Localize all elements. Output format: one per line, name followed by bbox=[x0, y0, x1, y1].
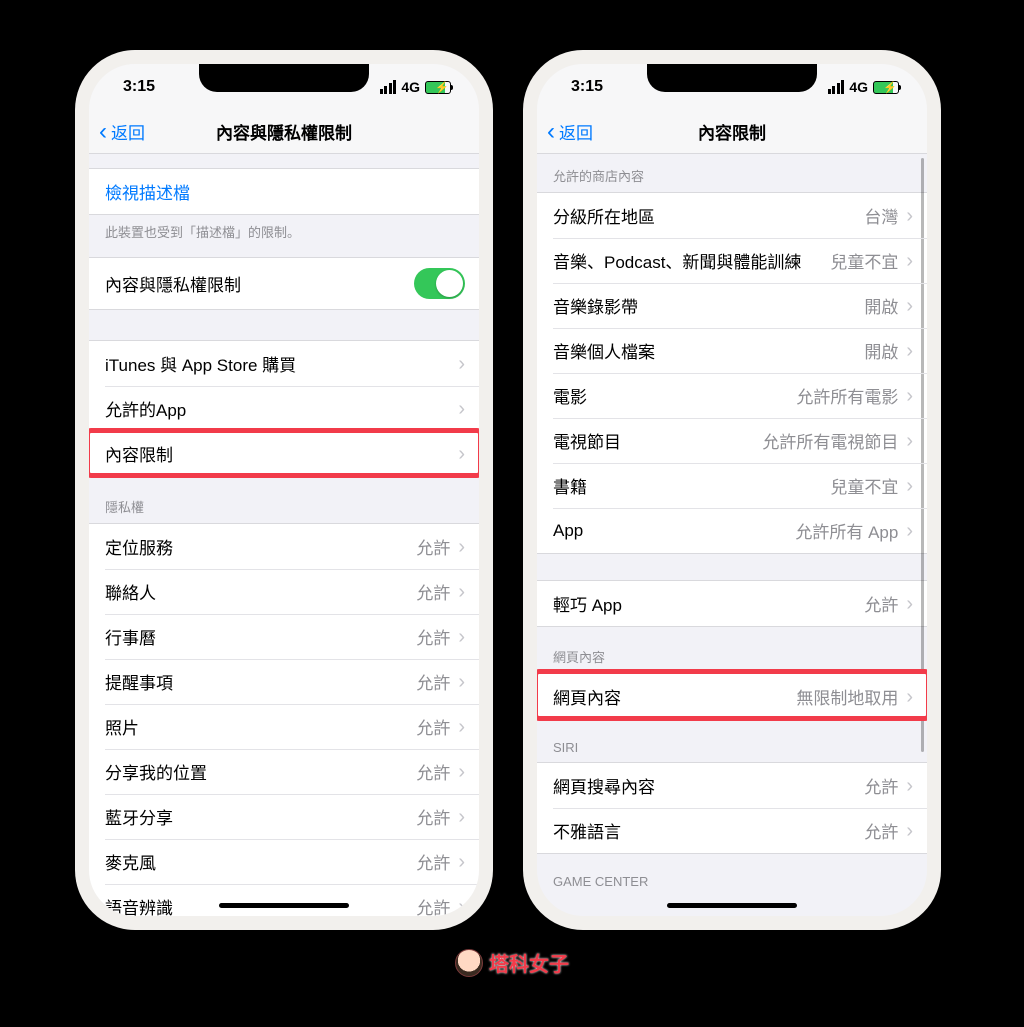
group-privacy: 定位服務 允許› 聯絡人 允許› 行事曆 允許› 提醒事項 允許› bbox=[89, 523, 479, 916]
row-location[interactable]: 定位服務 允許› bbox=[89, 524, 479, 569]
group-store: 分級所在地區 台灣› 音樂、Podcast、新聞與體能訓練 兒童不宜› 音樂錄影… bbox=[537, 192, 927, 554]
chevron-right-icon: › bbox=[458, 717, 465, 737]
row-contacts[interactable]: 聯絡人 允許› bbox=[89, 569, 479, 614]
row-speech[interactable]: 語音辨識 允許› bbox=[89, 884, 479, 916]
notch bbox=[199, 64, 369, 92]
row-app-clips[interactable]: 輕巧 App 允許› bbox=[537, 581, 927, 626]
chevron-right-icon: › bbox=[906, 687, 913, 707]
watermark-text: 塔科女子 bbox=[489, 948, 569, 977]
status-time: 3:15 bbox=[123, 78, 155, 96]
status-time: 3:15 bbox=[571, 78, 603, 96]
chevron-right-icon: › bbox=[906, 251, 913, 271]
siri-header: SIRI bbox=[537, 720, 927, 762]
row-share-location[interactable]: 分享我的位置 允許› bbox=[89, 749, 479, 794]
chevron-right-icon: › bbox=[458, 399, 465, 419]
row-reminders[interactable]: 提醒事項 允許› bbox=[89, 659, 479, 704]
chevron-right-icon: › bbox=[906, 431, 913, 451]
chevron-right-icon: › bbox=[906, 476, 913, 496]
signal-icon bbox=[380, 80, 397, 94]
nav-bar: ‹ 返回 內容與隱私權限制 bbox=[89, 110, 479, 154]
chevron-right-icon: › bbox=[458, 897, 465, 917]
row-books[interactable]: 書籍 兒童不宜› bbox=[537, 463, 927, 508]
row-microphone[interactable]: 麥克風 允許› bbox=[89, 839, 479, 884]
row-bluetooth[interactable]: 藍牙分享 允許› bbox=[89, 794, 479, 839]
row-music-profile[interactable]: 音樂個人檔案 開啟› bbox=[537, 328, 927, 373]
chevron-right-icon: › bbox=[458, 582, 465, 602]
row-calendar[interactable]: 行事曆 允許› bbox=[89, 614, 479, 659]
row-allowed-apps[interactable]: 允許的App › bbox=[89, 386, 479, 431]
privacy-header: 隱私權 bbox=[89, 477, 479, 523]
row-music-podcast[interactable]: 音樂、Podcast、新聞與體能訓練 兒童不宜› bbox=[537, 238, 927, 283]
group-siri: 網頁搜尋內容 允許› 不雅語言 允許› bbox=[537, 762, 927, 854]
home-indicator bbox=[219, 903, 349, 908]
row-tv[interactable]: 電視節目 允許所有電視節目› bbox=[537, 418, 927, 463]
group-purchases: iTunes 與 App Store 購買 › 允許的App › 內容限制 › bbox=[89, 340, 479, 477]
row-music-videos[interactable]: 音樂錄影帶 開啟› bbox=[537, 283, 927, 328]
signal-icon bbox=[828, 80, 845, 94]
page-title: 內容與隱私權限制 bbox=[89, 119, 479, 144]
status-carrier: 4G bbox=[401, 79, 420, 95]
chevron-right-icon: › bbox=[906, 594, 913, 614]
chevron-right-icon: › bbox=[906, 341, 913, 361]
row-ratings-region[interactable]: 分級所在地區 台灣› bbox=[537, 193, 927, 238]
row-photos[interactable]: 照片 允許› bbox=[89, 704, 479, 749]
notch bbox=[647, 64, 817, 92]
chevron-right-icon: › bbox=[906, 776, 913, 796]
content: 檢視描述檔 此裝置也受到「描述檔」的限制。 內容與隱私權限制 iTunes 與 … bbox=[89, 154, 479, 916]
toggle-on-icon[interactable] bbox=[414, 268, 465, 299]
chevron-left-icon: ‹ bbox=[99, 120, 107, 144]
back-button[interactable]: ‹ 返回 bbox=[537, 119, 593, 144]
chevron-right-icon: › bbox=[458, 807, 465, 827]
back-label: 返回 bbox=[111, 119, 145, 144]
chevron-right-icon: › bbox=[906, 821, 913, 841]
back-button[interactable]: ‹ 返回 bbox=[89, 119, 145, 144]
watermark-avatar-icon bbox=[455, 949, 483, 977]
row-content-restrictions[interactable]: 內容限制 › bbox=[89, 431, 479, 476]
chevron-right-icon: › bbox=[458, 852, 465, 872]
chevron-right-icon: › bbox=[458, 672, 465, 692]
chevron-right-icon: › bbox=[458, 627, 465, 647]
chevron-left-icon: ‹ bbox=[547, 120, 555, 144]
group-web: 網頁內容 無限制地取用› bbox=[537, 673, 927, 720]
back-label: 返回 bbox=[559, 119, 593, 144]
web-header: 網頁內容 bbox=[537, 627, 927, 673]
home-indicator bbox=[667, 903, 797, 908]
page-title: 內容限制 bbox=[537, 119, 927, 144]
row-web-content[interactable]: 網頁內容 無限制地取用› bbox=[537, 674, 927, 719]
chevron-right-icon: › bbox=[458, 537, 465, 557]
group-appclip: 輕巧 App 允許› bbox=[537, 580, 927, 627]
chevron-right-icon: › bbox=[906, 386, 913, 406]
phone-left: 3:15 4G ⚡ ‹ 返回 內容與隱私權限制 檢視描述檔 bbox=[75, 50, 493, 930]
row-apps[interactable]: App 允許所有 App› bbox=[537, 508, 927, 553]
chevron-right-icon: › bbox=[458, 444, 465, 464]
group-profile: 檢視描述檔 bbox=[89, 168, 479, 215]
row-web-search[interactable]: 網頁搜尋內容 允許› bbox=[537, 763, 927, 808]
row-itunes-appstore[interactable]: iTunes 與 App Store 購買 › bbox=[89, 341, 479, 386]
chevron-right-icon: › bbox=[906, 521, 913, 541]
row-explicit-language[interactable]: 不雅語言 允許› bbox=[537, 808, 927, 853]
gamecenter-header: GAME CENTER bbox=[537, 854, 927, 896]
chevron-right-icon: › bbox=[458, 354, 465, 374]
battery-icon: ⚡ bbox=[425, 81, 451, 94]
watermark: 塔科女子 bbox=[455, 948, 569, 977]
store-header: 允許的商店內容 bbox=[537, 154, 927, 192]
group-toggle: 內容與隱私權限制 bbox=[89, 257, 479, 310]
chevron-right-icon: › bbox=[906, 206, 913, 226]
chevron-right-icon: › bbox=[906, 296, 913, 316]
battery-icon: ⚡ bbox=[873, 81, 899, 94]
chevron-right-icon: › bbox=[458, 762, 465, 782]
content: 允許的商店內容 分級所在地區 台灣› 音樂、Podcast、新聞與體能訓練 兒童… bbox=[537, 154, 927, 916]
row-movies[interactable]: 電影 允許所有電影› bbox=[537, 373, 927, 418]
content-privacy-toggle-row[interactable]: 內容與隱私權限制 bbox=[89, 258, 479, 309]
view-profile-link[interactable]: 檢視描述檔 bbox=[89, 169, 479, 214]
status-carrier: 4G bbox=[849, 79, 868, 95]
profile-footer: 此裝置也受到「描述檔」的限制。 bbox=[89, 215, 479, 247]
phone-right: 3:15 4G ⚡ ‹ 返回 內容限制 允許的商店內容 bbox=[523, 50, 941, 930]
nav-bar: ‹ 返回 內容限制 bbox=[537, 110, 927, 154]
